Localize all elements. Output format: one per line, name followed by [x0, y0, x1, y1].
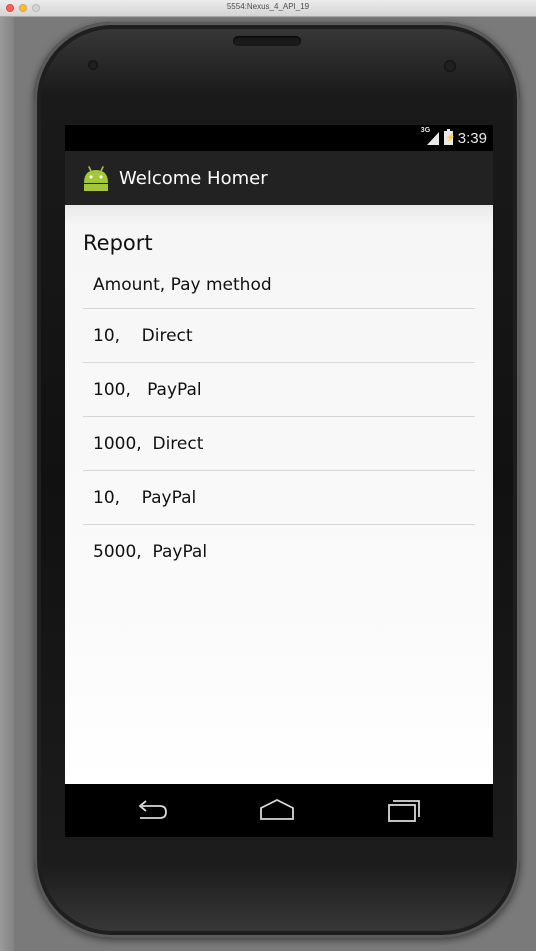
list-item[interactable]: 5000, PayPal	[83, 525, 475, 579]
window-title: 5554:Nexus_4_API_19	[226, 2, 310, 11]
list-item[interactable]: 100, PayPal	[83, 363, 475, 417]
action-bar: Welcome Homer	[65, 151, 493, 205]
battery-icon: ⚡	[443, 129, 456, 145]
recent-apps-icon[interactable]	[383, 797, 423, 825]
list-item[interactable]: 10, Direct	[83, 309, 475, 363]
list-header: Amount, Pay method	[83, 261, 475, 309]
navigation-bar	[65, 784, 493, 837]
sensor-dot	[88, 60, 98, 70]
android-robot-icon[interactable]	[81, 165, 111, 191]
device-screen: 3G ⚡ 3:39 Welcome Homer Report Amount, P…	[65, 125, 493, 837]
front-camera	[444, 60, 456, 72]
status-bar: 3G ⚡ 3:39	[65, 125, 493, 151]
report-heading: Report	[83, 231, 153, 255]
emulator-edge	[0, 17, 14, 951]
status-icons: 3G ⚡ 3:39	[421, 127, 487, 147]
app-title: Welcome Homer	[119, 168, 268, 189]
list-item[interactable]: 1000, Direct	[83, 417, 475, 471]
window-titlebar: 5554:Nexus_4_API_19	[0, 0, 536, 17]
report-content: Report Amount, Pay method 10, Direct 100…	[65, 205, 493, 784]
list-item[interactable]: 10, PayPal	[83, 471, 475, 525]
earpiece-speaker	[233, 36, 301, 46]
signal-icon: 3G	[421, 127, 439, 146]
clock: 3:39	[457, 129, 487, 147]
back-icon[interactable]	[132, 797, 172, 825]
home-icon[interactable]	[257, 797, 297, 825]
report-list: Amount, Pay method 10, Direct 100, PayPa…	[83, 261, 475, 579]
